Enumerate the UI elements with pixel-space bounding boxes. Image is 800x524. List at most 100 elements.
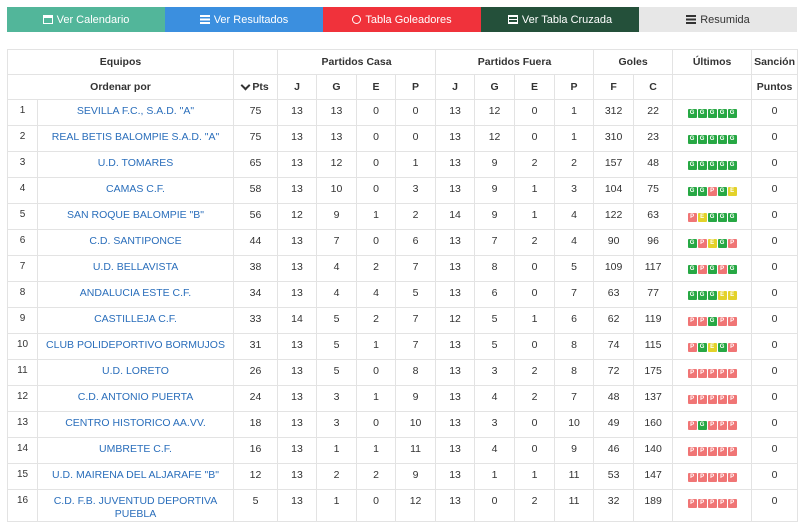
team-link[interactable]: CENTRO HISTORICO AA.VV. [65,417,206,429]
result-badge[interactable]: G [717,239,727,248]
result-badge[interactable]: P [707,395,717,404]
team-link[interactable]: REAL BETIS BALOMPIE S.A.D. "A" [52,131,220,143]
result-badge[interactable]: P [717,473,727,482]
result-badge[interactable]: P [687,499,697,508]
result-badge[interactable]: G [717,161,727,170]
result-badge[interactable]: G [727,161,737,170]
result-badge[interactable]: G [707,135,717,144]
result-badge[interactable]: P [727,239,737,248]
result-badge[interactable]: P [687,473,697,482]
result-badge[interactable]: E [717,291,727,300]
result-badge[interactable]: P [697,239,707,248]
result-badge[interactable]: P [707,499,717,508]
result-badge[interactable]: G [717,187,727,196]
team-link[interactable]: SAN ROQUE BALOMPIE "B" [67,209,204,221]
result-badge[interactable]: P [707,421,717,430]
tab-resultados[interactable]: Ver Resultados [165,7,323,32]
result-badge[interactable]: P [727,395,737,404]
result-badge[interactable]: E [727,187,737,196]
result-badge[interactable]: P [717,447,727,456]
result-badge[interactable]: P [717,421,727,430]
result-badge[interactable]: P [707,187,717,196]
result-badge[interactable]: G [707,291,717,300]
team-link[interactable]: C.D. ANTONIO PUERTA [78,391,194,403]
result-badge[interactable]: G [687,109,697,118]
result-badge[interactable]: P [727,447,737,456]
team-link[interactable]: U.D. TOMARES [98,157,173,169]
result-badge[interactable]: P [687,213,697,222]
result-badge[interactable]: G [717,213,727,222]
result-badge[interactable]: G [717,343,727,352]
team-link[interactable]: CAMAS C.F. [106,183,165,195]
result-badge[interactable]: G [687,187,697,196]
result-badge[interactable]: G [727,213,737,222]
result-badge[interactable]: G [727,109,737,118]
result-badge[interactable]: P [727,473,737,482]
result-badge[interactable]: P [687,317,697,326]
result-badge[interactable]: G [687,291,697,300]
team-link[interactable]: U.D. BELLAVISTA [93,261,178,273]
team-link[interactable]: CLUB POLIDEPORTIVO BORMUJOS [46,339,225,351]
tab-calendario[interactable]: Ver Calendario [7,7,165,32]
result-badge[interactable]: G [727,265,737,274]
tab-resumida[interactable]: Resumida [639,7,797,32]
result-badge[interactable]: G [697,187,707,196]
result-badge[interactable]: P [697,369,707,378]
result-badge[interactable]: E [727,291,737,300]
result-badge[interactable]: G [707,109,717,118]
result-badge[interactable]: P [707,369,717,378]
result-badge[interactable]: G [707,161,717,170]
sort-pts-button[interactable]: Pts [233,74,279,100]
result-badge[interactable]: P [697,447,707,456]
result-badge[interactable]: G [707,265,717,274]
result-badge[interactable]: G [697,135,707,144]
result-badge[interactable]: G [697,291,707,300]
result-badge[interactable]: P [687,343,697,352]
result-badge[interactable]: G [707,213,717,222]
result-badge[interactable]: G [717,135,727,144]
team-link[interactable]: UMBRETE C.F. [99,443,172,455]
result-badge[interactable]: P [717,395,727,404]
result-badge[interactable]: P [697,265,707,274]
result-badge[interactable]: E [707,239,717,248]
result-badge[interactable]: G [687,239,697,248]
team-link[interactable]: C.D. SANTIPONCE [89,235,181,247]
result-badge[interactable]: P [697,473,707,482]
result-badge[interactable]: G [707,317,717,326]
result-badge[interactable]: P [697,395,707,404]
team-link[interactable]: U.D. MAIRENA DEL ALJARAFE "B" [52,469,219,481]
result-badge[interactable]: P [717,317,727,326]
result-badge[interactable]: P [727,421,737,430]
result-badge[interactable]: P [727,369,737,378]
result-badge[interactable]: G [697,161,707,170]
tab-tabla-cruzada[interactable]: Ver Tabla Cruzada [481,7,639,32]
result-badge[interactable]: G [687,161,697,170]
team-link[interactable]: C.D. F.B. JUVENTUD DEPORTIVA PUEBLA [54,495,218,520]
result-badge[interactable]: G [697,343,707,352]
tab-goleadores[interactable]: Tabla Goleadores [323,7,481,32]
result-badge[interactable]: P [727,499,737,508]
result-badge[interactable]: P [727,343,737,352]
team-link[interactable]: SEVILLA F.C., S.A.D. "A" [77,105,194,117]
result-badge[interactable]: P [727,317,737,326]
result-badge[interactable]: P [717,265,727,274]
result-badge[interactable]: P [717,369,727,378]
result-badge[interactable]: P [697,317,707,326]
result-badge[interactable]: P [717,499,727,508]
result-badge[interactable]: G [697,109,707,118]
team-link[interactable]: U.D. LORETO [102,365,169,377]
result-badge[interactable]: E [707,343,717,352]
result-badge[interactable]: P [687,421,697,430]
result-badge[interactable]: G [687,135,697,144]
result-badge[interactable]: P [707,447,717,456]
result-badge[interactable]: P [687,447,697,456]
result-badge[interactable]: G [687,265,697,274]
result-badge[interactable]: P [707,473,717,482]
team-link[interactable]: CASTILLEJA C.F. [94,313,177,325]
team-link[interactable]: ANDALUCIA ESTE C.F. [80,287,191,299]
result-badge[interactable]: P [697,499,707,508]
result-badge[interactable]: G [717,109,727,118]
result-badge[interactable]: P [687,395,697,404]
result-badge[interactable]: P [687,369,697,378]
result-badge[interactable]: G [697,421,707,430]
